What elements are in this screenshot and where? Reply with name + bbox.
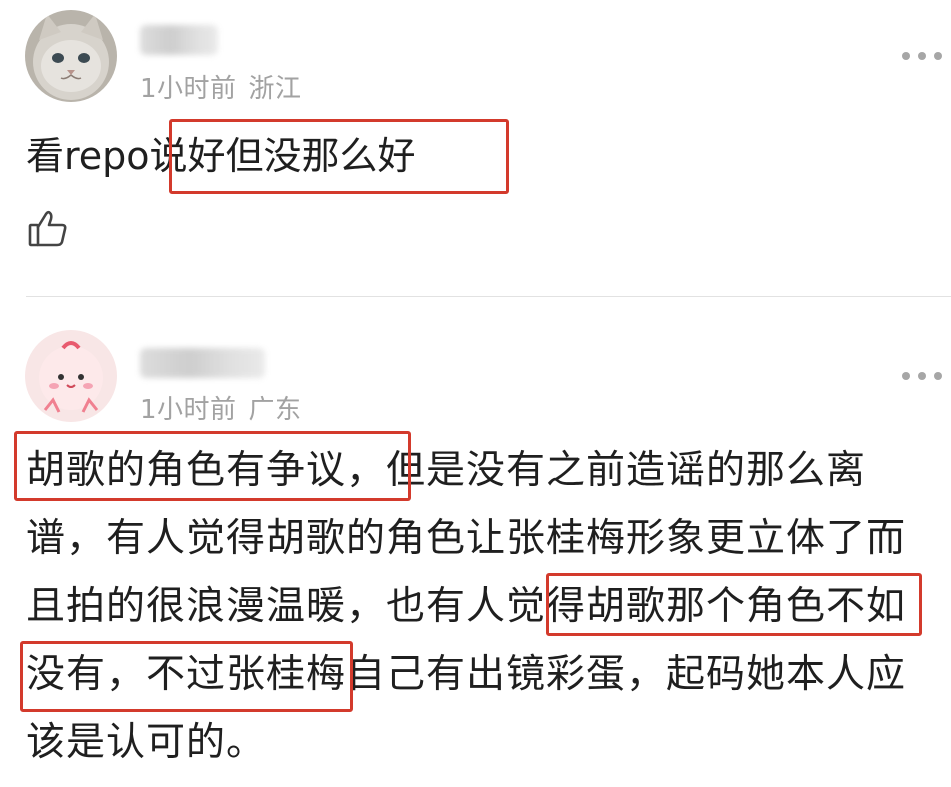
highlight-box <box>169 119 509 194</box>
comment-meta: 1小时前 浙江 <box>140 68 302 105</box>
username-blurred[interactable] <box>140 348 265 378</box>
comment-meta: 1小时前 广东 <box>140 389 302 426</box>
more-dots-icon[interactable] <box>902 49 942 63</box>
user-avatar-cat[interactable] <box>25 10 117 102</box>
thumbs-up-icon[interactable] <box>26 206 70 250</box>
divider <box>26 296 951 297</box>
more-dots-icon[interactable] <box>902 369 942 383</box>
comment-time: 1小时前 <box>140 395 237 425</box>
user-avatar-cartoon[interactable] <box>25 330 117 422</box>
username-blurred[interactable] <box>140 25 218 55</box>
highlight-box <box>546 573 922 636</box>
comment-time: 1小时前 <box>140 74 237 104</box>
comment-location: 浙江 <box>248 74 302 104</box>
comment-location: 广东 <box>248 395 302 425</box>
comment-feed: 1小时前 浙江 看repo说好但没那么好 1小时前 广东 胡歌的角色有争议，但是没有… <box>0 0 951 787</box>
highlight-box <box>20 641 353 712</box>
highlight-box <box>14 431 411 501</box>
